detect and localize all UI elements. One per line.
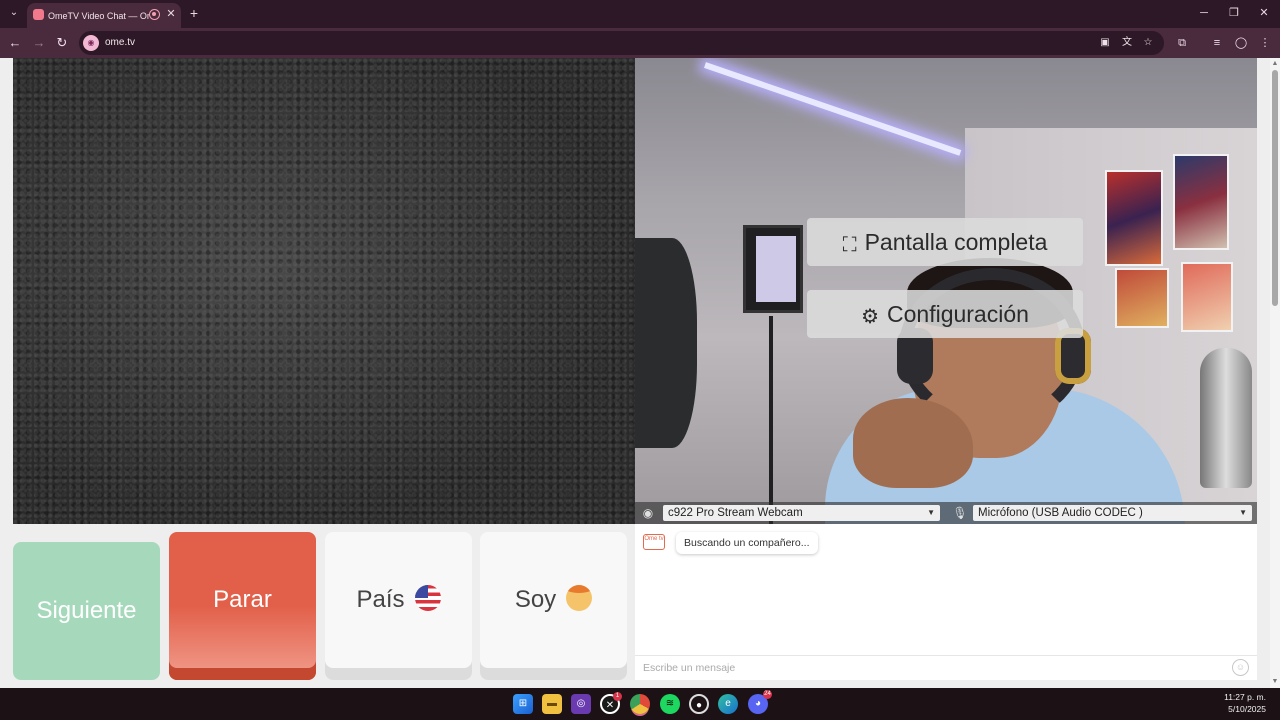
country-label: País [356, 586, 405, 613]
scroll-up-arrow-icon[interactable]: ▲ [1271, 60, 1279, 68]
discord-badge: 24 [763, 690, 772, 699]
poster [1173, 154, 1229, 250]
extensions-icon[interactable]: ⧉ [1173, 34, 1191, 52]
fullscreen-button[interactable]: ⛶ Pantalla completa [807, 218, 1083, 266]
recording-indicator-icon [149, 9, 160, 20]
restore-button[interactable]: ❐ [1224, 4, 1244, 22]
emoji-icon[interactable]: ☺ [1232, 659, 1249, 676]
boy-emoji-icon [566, 585, 593, 611]
led-light-strip [704, 62, 962, 156]
browser-tab-bar: ⌄ OmeTV Video Chat — Omegle ✕ + ─ ❐ ✕ [0, 0, 1280, 28]
scroll-down-arrow-icon[interactable]: ▼ [1271, 678, 1279, 686]
reload-icon[interactable]: ↻ [53, 34, 71, 52]
clock-time: 11:27 p. m. [1224, 692, 1266, 702]
xbox-badge: 1 [613, 692, 622, 701]
gender-selector-button[interactable]: Soy [480, 532, 627, 680]
media-controls-icon[interactable]: ≡ [1208, 34, 1226, 52]
device-selector-bar: ◉ c922 Pro Stream Webcam ▼ 🎙 Micrófono (… [635, 502, 1257, 524]
settings-button[interactable]: ⚙ Configuración [807, 290, 1083, 338]
obs-icon[interactable]: ● [689, 694, 709, 714]
discord-icon[interactable]: ◕ 24 [748, 690, 772, 714]
edge-icon[interactable]: e [718, 694, 738, 714]
country-filter-button[interactable]: País [325, 532, 472, 680]
clock-date: 5/10/2025 [1228, 704, 1266, 714]
camera-select[interactable]: c922 Pro Stream Webcam ▼ [663, 505, 940, 521]
site-info-icon[interactable]: ◉ [83, 35, 99, 51]
camera-app-icon[interactable]: ◎ [571, 694, 591, 714]
light-stand [769, 316, 773, 524]
chrome-icon[interactable] [630, 694, 650, 714]
close-window-button[interactable]: ✕ [1254, 4, 1274, 22]
chat-status-message: Buscando un compañero... [676, 532, 818, 554]
tab-close-icon[interactable]: ✕ [165, 7, 177, 21]
forward-arrow-icon[interactable]: → [30, 34, 48, 52]
studio-microphone [1200, 348, 1252, 488]
windows-taskbar: ⊞ ▬ ◎ ✕ 1 ≋ ● e ◕ 24 11:27 p. m. 5/10/2025 [0, 688, 1280, 720]
chat-input-bar: ☺ [635, 655, 1257, 679]
chevron-down-icon: ▼ [1239, 508, 1247, 517]
poster [1105, 170, 1163, 266]
xbox-icon[interactable]: ✕ 1 [600, 692, 622, 714]
browser-tab[interactable]: OmeTV Video Chat — Omegle ✕ [27, 3, 181, 28]
tab-search-chevron-icon[interactable]: ⌄ [6, 5, 22, 21]
next-button[interactable]: Siguiente [13, 542, 160, 680]
file-explorer-icon[interactable]: ▬ [542, 694, 562, 714]
webcam-icon: ◉ [642, 506, 654, 520]
browser-toolbar: ← → ↻ ◉ ome.tv ▣ 文 ☆ ⧉ ≡ ◯ ⋮ [0, 28, 1280, 58]
address-bar[interactable]: ◉ ome.tv ▣ 文 ☆ [79, 31, 1164, 55]
microphone-select[interactable]: Micrófono (USB Audio CODEC ) ▼ [973, 505, 1252, 521]
url-text[interactable]: ome.tv [105, 36, 135, 50]
us-flag-icon [414, 585, 441, 611]
minimize-button[interactable]: ─ [1194, 4, 1214, 22]
chat-panel: Ome tv Buscando un compañero... ☺ [635, 524, 1257, 680]
cast-icon[interactable]: ▣ [1097, 35, 1113, 51]
studio-light [743, 225, 803, 313]
fullscreen-label: Pantalla completa [864, 229, 1048, 255]
windows-start-icon[interactable]: ⊞ [513, 694, 533, 714]
bookmark-star-icon[interactable]: ☆ [1140, 35, 1156, 51]
microphone-icon: 🎙 [952, 506, 968, 520]
system-clock[interactable]: 11:27 p. m. 5/10/2025 [1208, 691, 1266, 715]
profile-icon[interactable]: ◯ [1232, 34, 1250, 52]
camera-select-value: c922 Pro Stream Webcam [668, 507, 803, 519]
tab-title: OmeTV Video Chat — Omegle [48, 11, 150, 21]
chevron-down-icon: ▼ [927, 508, 935, 517]
acoustic-panel [635, 238, 697, 448]
page-content: ⛶ Pantalla completa ⚙ Configuración ◉ c922… [0, 58, 1270, 688]
spotify-icon[interactable]: ≋ [660, 694, 680, 714]
translate-icon[interactable]: 文 [1119, 35, 1135, 51]
scroll-thumb[interactable] [1272, 70, 1278, 306]
microphone-select-value: Micrófono (USB Audio CODEC ) [978, 507, 1143, 519]
new-tab-button[interactable]: + [186, 5, 202, 21]
ometv-favicon-icon [33, 9, 44, 20]
message-input[interactable] [643, 658, 1223, 678]
fullscreen-icon: ⛶ [842, 234, 857, 256]
gear-icon: ⚙ [861, 306, 879, 328]
settings-label: Configuración [887, 301, 1029, 327]
poster [1115, 268, 1169, 328]
ometv-logo-icon: Ome tv [643, 534, 665, 550]
partner-video [13, 58, 635, 524]
page-scrollbar[interactable]: ▲ ▼ [1270, 58, 1280, 688]
poster [1181, 262, 1233, 332]
gender-label: Soy [514, 586, 557, 613]
menu-kebab-icon[interactable]: ⋮ [1256, 34, 1274, 52]
stop-button-highlight [169, 606, 316, 668]
back-arrow-icon[interactable]: ← [6, 34, 24, 52]
